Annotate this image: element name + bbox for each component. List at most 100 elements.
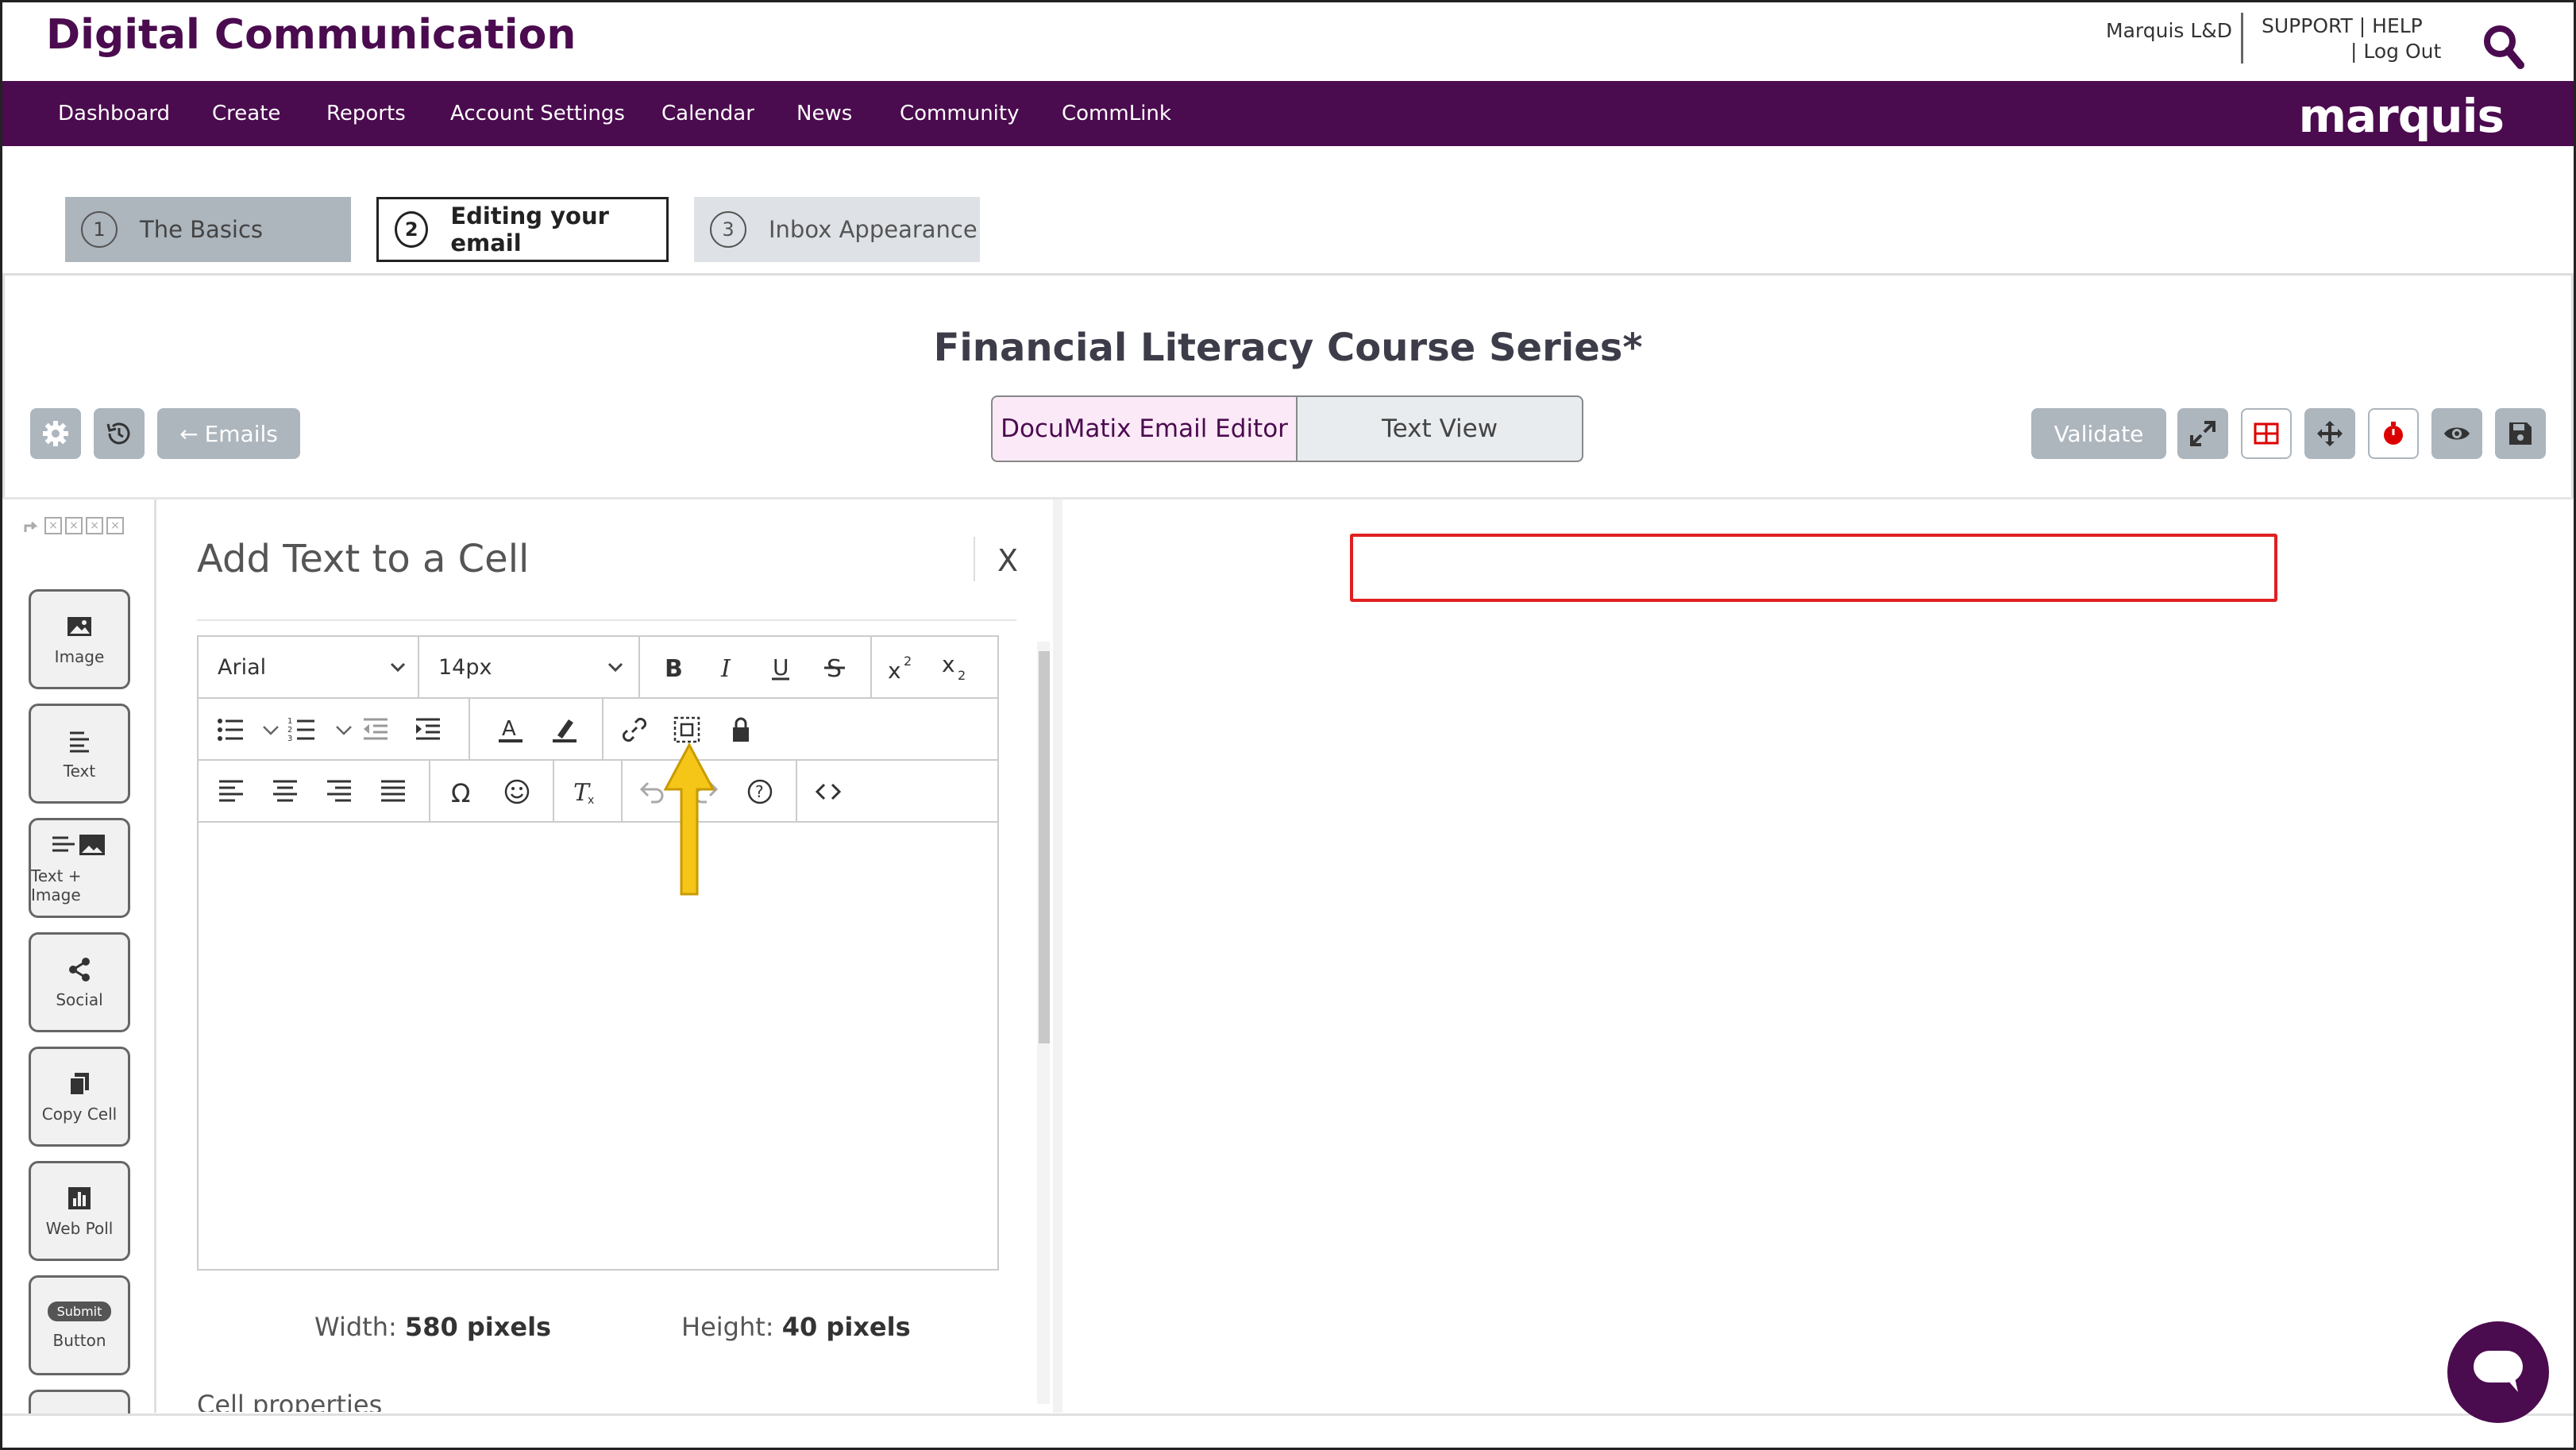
help-icon[interactable]: ? xyxy=(745,777,775,807)
tool-web-poll[interactable]: Web Poll xyxy=(29,1161,130,1261)
cell-width: Width: 580 pixels xyxy=(314,1312,551,1342)
nav-dashboard[interactable]: Dashboard xyxy=(58,102,170,125)
chevron-down-icon[interactable] xyxy=(329,715,352,745)
indent-icon[interactable] xyxy=(413,715,443,745)
superscript-icon[interactable]: x2 xyxy=(886,653,916,684)
move-icon xyxy=(2317,421,2343,446)
nav-news[interactable]: News xyxy=(796,102,852,125)
nav-community[interactable]: Community xyxy=(900,102,1019,125)
history-icon xyxy=(106,422,130,445)
close-icon[interactable]: × xyxy=(65,517,83,534)
tool-text[interactable]: Text xyxy=(29,704,130,804)
link-icon[interactable] xyxy=(619,715,650,745)
tool-more[interactable] xyxy=(29,1390,130,1415)
toolbar-separator xyxy=(553,761,554,821)
italic-icon[interactable]: I xyxy=(711,653,742,683)
stopwatch-icon xyxy=(2384,422,2403,445)
font-family-select[interactable]: Arial xyxy=(218,637,408,697)
timer-button[interactable] xyxy=(2368,408,2419,459)
highlight-icon[interactable] xyxy=(550,715,580,745)
tool-copy-cell[interactable]: Copy Cell xyxy=(29,1047,130,1147)
search-icon[interactable] xyxy=(2482,24,2525,70)
toolbar-separator xyxy=(418,637,419,697)
preview-button[interactable] xyxy=(2431,408,2482,459)
close-icon[interactable]: × xyxy=(86,517,103,534)
settings-button[interactable] xyxy=(30,408,81,459)
tool-label: Image xyxy=(54,647,105,666)
panel-close-button[interactable]: X xyxy=(997,543,1018,578)
selected-email-cell[interactable] xyxy=(1350,534,2277,602)
tool-social[interactable]: Social xyxy=(29,932,130,1032)
height-label: Height: xyxy=(681,1312,774,1342)
grid-button[interactable] xyxy=(2241,408,2292,459)
panel-divider xyxy=(197,619,1016,621)
svg-text:x: x xyxy=(942,653,955,677)
strikethrough-icon[interactable]: S xyxy=(819,653,850,683)
align-left-icon[interactable] xyxy=(216,777,246,807)
text-color-icon[interactable]: A xyxy=(496,715,526,745)
nav-reports[interactable]: Reports xyxy=(326,102,406,125)
outdent-icon[interactable] xyxy=(361,715,391,745)
numbered-list-icon[interactable]: 123 xyxy=(287,715,318,745)
step-the-basics[interactable]: 1 The Basics xyxy=(65,197,351,262)
marquis-logo[interactable]: marquis xyxy=(2299,89,2505,143)
font-size-select[interactable]: 14px xyxy=(438,637,626,697)
align-right-icon[interactable] xyxy=(324,777,354,807)
align-justify-icon[interactable] xyxy=(378,777,408,807)
fullscreen-button[interactable] xyxy=(2177,408,2228,459)
bullet-list-icon[interactable] xyxy=(216,715,246,745)
nav-commlink[interactable]: CommLink xyxy=(1062,102,1171,125)
tab-text-view[interactable]: Text View xyxy=(1298,395,1583,462)
nav-create[interactable]: Create xyxy=(212,102,280,125)
redo-icon[interactable] xyxy=(22,516,41,535)
editor-header-box xyxy=(2,275,2574,497)
panel-scrollbar-thumb[interactable] xyxy=(1039,651,1050,1043)
main-nav: Dashboard Create Reports Account Setting… xyxy=(2,81,2574,146)
chevron-down-icon xyxy=(390,662,406,673)
tool-image[interactable]: Image xyxy=(29,589,130,689)
help-link[interactable]: HELP xyxy=(2372,14,2423,37)
clear-format-icon[interactable]: Tx xyxy=(569,777,599,807)
tab-documatix-editor[interactable]: DocuMatix Email Editor xyxy=(991,395,1298,462)
logout-link[interactable]: Log Out xyxy=(2363,40,2441,63)
back-to-emails-button[interactable]: ← Emails xyxy=(157,408,300,459)
tool-button[interactable]: Submit Button xyxy=(29,1275,130,1375)
nav-account-settings[interactable]: Account Settings xyxy=(450,102,625,125)
save-button[interactable] xyxy=(2495,408,2546,459)
underline-icon[interactable]: U xyxy=(765,653,796,683)
subscript-icon[interactable]: x2 xyxy=(940,651,970,683)
emoji-icon[interactable] xyxy=(502,777,532,807)
font-size-value: 14px xyxy=(438,654,492,680)
close-icon[interactable]: × xyxy=(106,517,124,534)
special-character-icon[interactable]: Ω xyxy=(448,777,478,808)
chevron-down-icon[interactable] xyxy=(256,715,279,745)
toolbar-separator xyxy=(602,699,604,759)
close-icon[interactable]: × xyxy=(44,517,62,534)
step-editing-your-email[interactable]: 2 Editing your email xyxy=(376,197,669,262)
lock-icon[interactable] xyxy=(726,715,756,745)
history-button[interactable] xyxy=(94,408,145,459)
tool-label: Web Poll xyxy=(45,1219,114,1238)
expand-icon xyxy=(2190,421,2215,446)
toolbar-separator xyxy=(429,761,430,821)
toolbar-separator xyxy=(469,699,470,759)
source-code-icon[interactable] xyxy=(813,777,843,807)
tool-label: Text + Image xyxy=(31,866,82,904)
chat-button[interactable] xyxy=(2447,1321,2549,1423)
width-value: 580 pixels xyxy=(404,1312,552,1342)
svg-text:x: x xyxy=(888,658,901,683)
nav-calendar[interactable]: Calendar xyxy=(661,102,754,125)
move-button[interactable] xyxy=(2304,408,2355,459)
user-name[interactable]: Marquis L&D xyxy=(2106,19,2232,42)
step-inbox-appearance[interactable]: 3 Inbox Appearance xyxy=(694,197,980,262)
align-center-icon[interactable] xyxy=(270,777,300,807)
text-editing-area[interactable] xyxy=(199,824,997,1269)
anchor-box-icon[interactable] xyxy=(672,715,702,745)
support-link[interactable]: SUPPORT xyxy=(2262,14,2353,37)
tool-text-image[interactable]: Text + Image xyxy=(29,818,130,918)
step-label: The Basics xyxy=(140,216,264,243)
bold-icon[interactable]: B xyxy=(657,653,688,683)
validate-button[interactable]: Validate xyxy=(2031,408,2166,459)
rich-text-editor: Arial 14px B I U S x2 x2 123 A xyxy=(197,635,999,1271)
tool-label: Text xyxy=(63,762,96,781)
